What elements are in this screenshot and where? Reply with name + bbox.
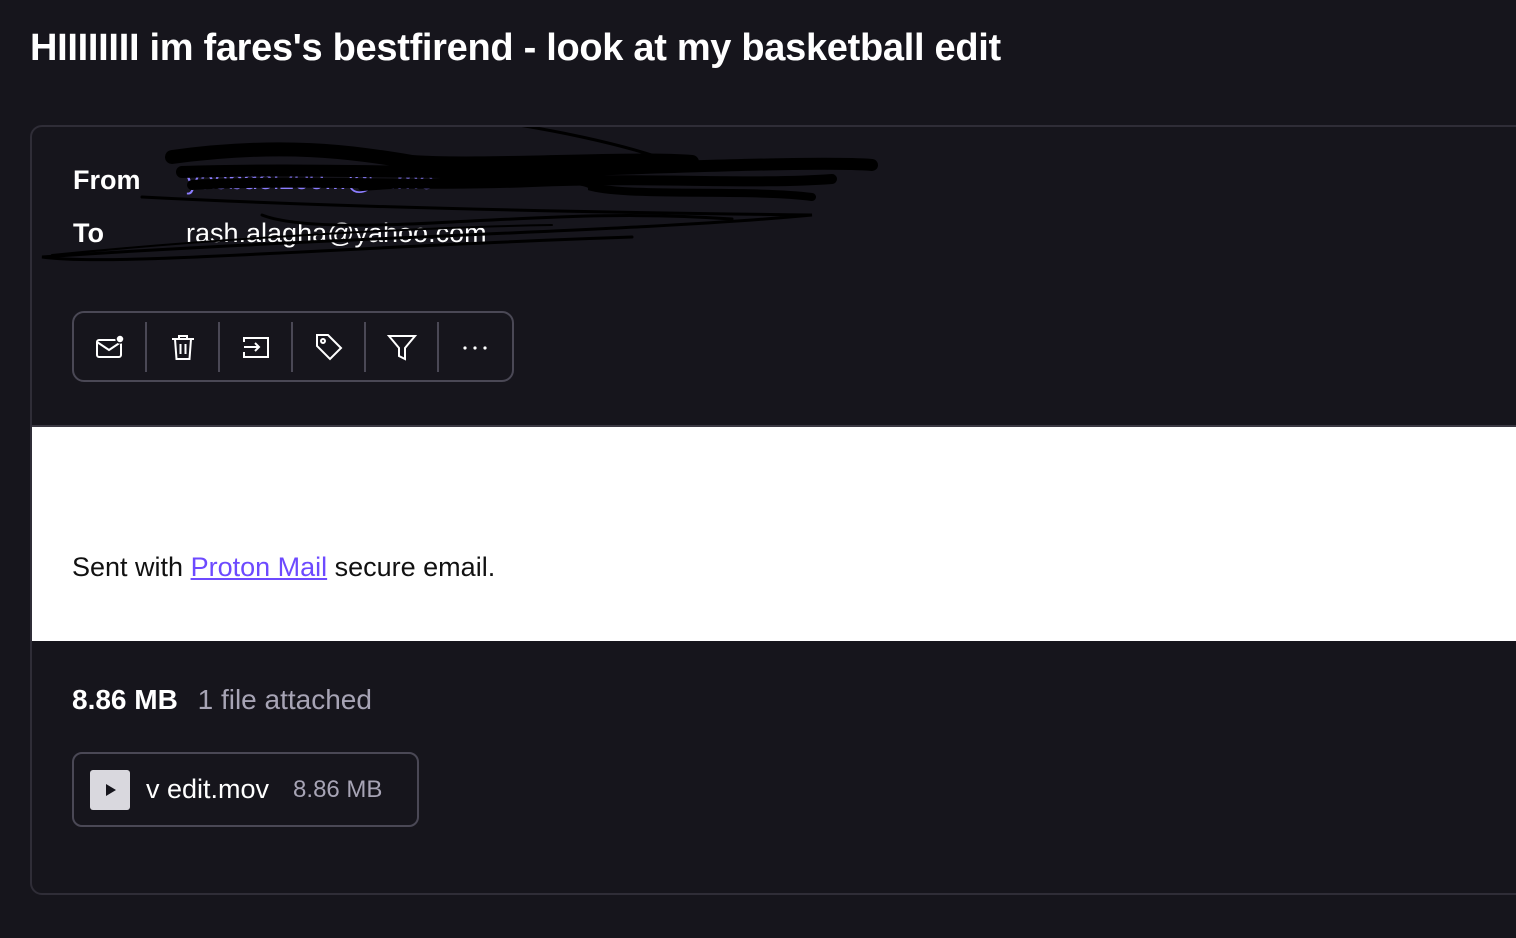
attachments-total-size: 8.86 MB — [72, 684, 178, 715]
email-subject: HIIIIIIII im fares's bestfirend - look a… — [30, 27, 1001, 69]
filter-button[interactable] — [366, 321, 439, 372]
attachment-name: v edit.mov — [146, 774, 270, 804]
move-to-button[interactable] — [220, 321, 293, 372]
recipient-address[interactable]: rash.alagha@yahoo.com — [186, 218, 487, 249]
proton-mail-link[interactable]: Proton Mail — [191, 552, 328, 582]
attachments-count: 1 file attached — [197, 684, 372, 715]
move-to-icon — [242, 336, 269, 358]
redaction-scribble — [41, 127, 878, 262]
label-button[interactable] — [293, 321, 366, 372]
message-card: From yasbdel200...@...me To rash.alagha@… — [30, 125, 1516, 895]
from-label: From — [73, 165, 141, 195]
more-button[interactable] — [439, 322, 512, 372]
attachment-size: 8.86 MB — [293, 775, 383, 803]
attachment-item[interactable]: v edit.mov 8.86 MB — [72, 752, 419, 827]
signature-prefix: Sent with — [72, 552, 191, 582]
signature: Sent with Proton Mail secure email. — [72, 552, 495, 583]
filter-icon — [386, 334, 417, 361]
signature-suffix: secure email. — [327, 552, 496, 582]
play-icon — [90, 769, 130, 810]
mark-unread-button[interactable] — [74, 321, 147, 372]
label-icon — [315, 333, 342, 360]
trash-icon — [171, 334, 194, 360]
message-toolbar — [72, 311, 514, 382]
to-label: To — [73, 218, 104, 248]
message-body: Sent with Proton Mail secure email. — [32, 425, 1516, 641]
sender-address[interactable]: yasbdel200...@...me — [186, 165, 434, 196]
more-icon — [463, 345, 488, 350]
attachments-summary: 8.86 MB 1 file attached — [72, 684, 372, 716]
mark-unread-icon — [95, 333, 125, 358]
delete-button[interactable] — [147, 321, 220, 372]
